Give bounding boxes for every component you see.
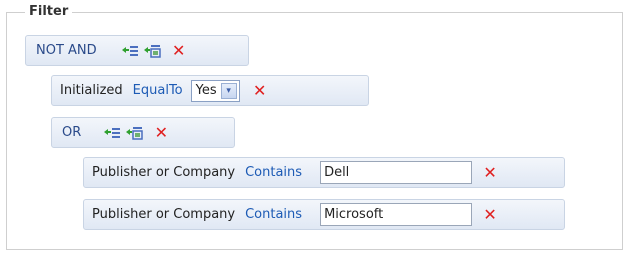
remove-icon[interactable]: ✕	[482, 164, 498, 181]
add-condition-icon[interactable]	[103, 125, 121, 141]
chevron-down-icon[interactable]: ▾	[220, 82, 237, 99]
condition-operator[interactable]: Contains	[245, 165, 302, 180]
value-input[interactable]: Microsoft	[320, 203, 473, 226]
remove-icon[interactable]: ✕	[153, 124, 169, 141]
condition-field[interactable]: Initialized	[60, 83, 123, 98]
condition-field[interactable]: Publisher or Company	[92, 165, 235, 180]
condition-field[interactable]: Publisher or Company	[92, 207, 235, 222]
remove-icon[interactable]: ✕	[171, 42, 187, 59]
condition-operator[interactable]: Contains	[245, 207, 302, 222]
condition-row-publisher-2: Publisher or Company Contains Microsoft …	[83, 199, 565, 230]
value-select-text: Yes	[195, 83, 217, 98]
add-condition-icon[interactable]	[121, 43, 139, 59]
value-select[interactable]: Yes ▾	[190, 79, 240, 102]
condition-operator[interactable]: EqualTo	[133, 83, 183, 98]
remove-icon[interactable]: ✕	[252, 82, 268, 99]
group-operator-or[interactable]: OR	[62, 125, 81, 140]
filter-legend: Filter	[25, 4, 73, 19]
group-operator-root[interactable]: NOT AND	[36, 43, 97, 58]
filter-panel: Filter NOT AND ✕ Initialized EqualTo Yes…	[6, 4, 623, 250]
value-input[interactable]: Dell	[320, 161, 473, 184]
add-group-icon[interactable]	[143, 43, 161, 59]
group-row-or: OR ✕	[51, 117, 235, 148]
add-group-icon[interactable]	[125, 125, 144, 141]
condition-row-publisher-1: Publisher or Company Contains Dell ✕	[83, 157, 565, 188]
remove-icon[interactable]: ✕	[482, 206, 498, 223]
condition-row-initialized: Initialized EqualTo Yes ▾ ✕	[51, 75, 369, 106]
group-row-root: NOT AND ✕	[25, 35, 249, 66]
